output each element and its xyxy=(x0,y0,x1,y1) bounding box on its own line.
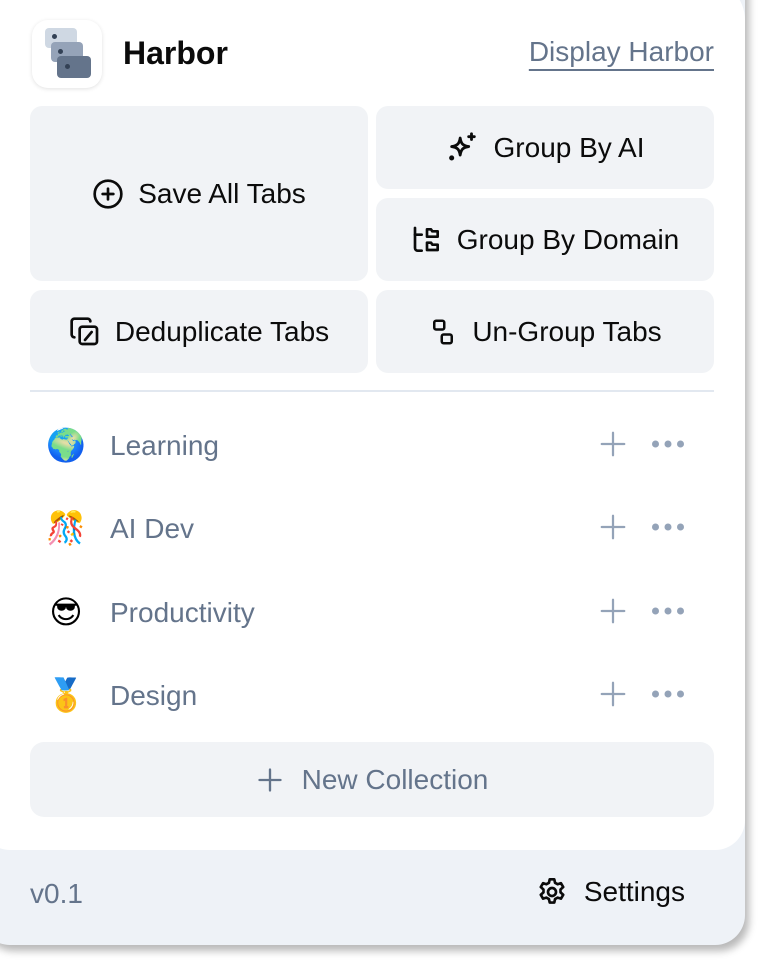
add-tab-plus-icon[interactable] xyxy=(598,512,628,542)
ungroup-tabs-label: Un-Group Tabs xyxy=(472,315,662,347)
collection-item[interactable]: 😎 Productivity xyxy=(30,578,714,648)
save-all-tabs-button[interactable]: Save All Tabs xyxy=(30,106,368,281)
main-section: Harbor Display Harbor Save All Tabs Grou… xyxy=(0,0,745,850)
deduplicate-tabs-button[interactable]: Deduplicate Tabs xyxy=(30,290,368,373)
group-by-domain-label: Group By Domain xyxy=(456,223,680,255)
plus-circle-icon xyxy=(93,178,123,209)
ungroup-tabs-button[interactable]: Un-Group Tabs xyxy=(376,290,714,373)
app-title: Harbor xyxy=(123,35,228,71)
more-options-icon[interactable] xyxy=(648,596,688,626)
collection-name: Design xyxy=(110,680,198,711)
header: Harbor Display Harbor xyxy=(32,20,714,90)
version-label: v0.1 xyxy=(30,878,83,909)
harbor-logo-icon xyxy=(32,20,102,88)
settings-label: Settings xyxy=(583,876,685,907)
save-all-tabs-label: Save All Tabs xyxy=(138,177,306,209)
collection-item[interactable]: 🎊 AI Dev xyxy=(30,494,714,564)
footer: v0.1 Settings xyxy=(0,850,725,945)
more-options-icon[interactable] xyxy=(648,679,688,709)
confetti-emoji-icon: 🎊 xyxy=(46,509,86,547)
ungroup-icon xyxy=(433,319,454,344)
divider xyxy=(30,390,714,392)
gear-icon xyxy=(539,878,565,904)
sunglasses-emoji-icon: 😎 xyxy=(49,593,83,631)
collection-name: AI Dev xyxy=(110,513,195,544)
harbor-popup: Harbor Display Harbor Save All Tabs Grou… xyxy=(0,0,745,945)
group-by-ai-button[interactable]: Group By AI xyxy=(376,106,714,189)
group-by-domain-button[interactable]: Group By Domain xyxy=(376,198,714,281)
group-by-ai-label: Group By AI xyxy=(493,131,645,163)
display-harbor-link[interactable]: Display Harbor xyxy=(529,36,714,68)
new-collection-label: New Collection xyxy=(301,763,489,795)
more-options-icon[interactable] xyxy=(648,512,688,542)
add-tab-plus-icon[interactable] xyxy=(598,596,628,626)
more-options-icon[interactable] xyxy=(648,429,688,459)
collection-name: Learning xyxy=(110,430,219,461)
collection-name: Productivity xyxy=(110,597,255,628)
add-tab-plus-icon[interactable] xyxy=(598,429,628,459)
collection-item[interactable]: 🌍 Learning xyxy=(30,411,714,481)
new-collection-button[interactable]: New Collection xyxy=(30,742,714,817)
folder-tree-icon xyxy=(413,226,439,252)
copy-slash-icon xyxy=(70,316,99,345)
medal-emoji-icon: 🥇 xyxy=(46,676,86,714)
settings-button[interactable]: Settings xyxy=(536,876,685,908)
collection-item[interactable]: 🥇 Design xyxy=(30,661,714,731)
globe-emoji-icon: 🌍 xyxy=(46,426,86,464)
deduplicate-tabs-label: Deduplicate Tabs xyxy=(114,315,330,347)
add-tab-plus-icon[interactable] xyxy=(598,679,628,709)
sparkles-icon xyxy=(448,131,476,160)
plus-icon xyxy=(257,767,282,792)
